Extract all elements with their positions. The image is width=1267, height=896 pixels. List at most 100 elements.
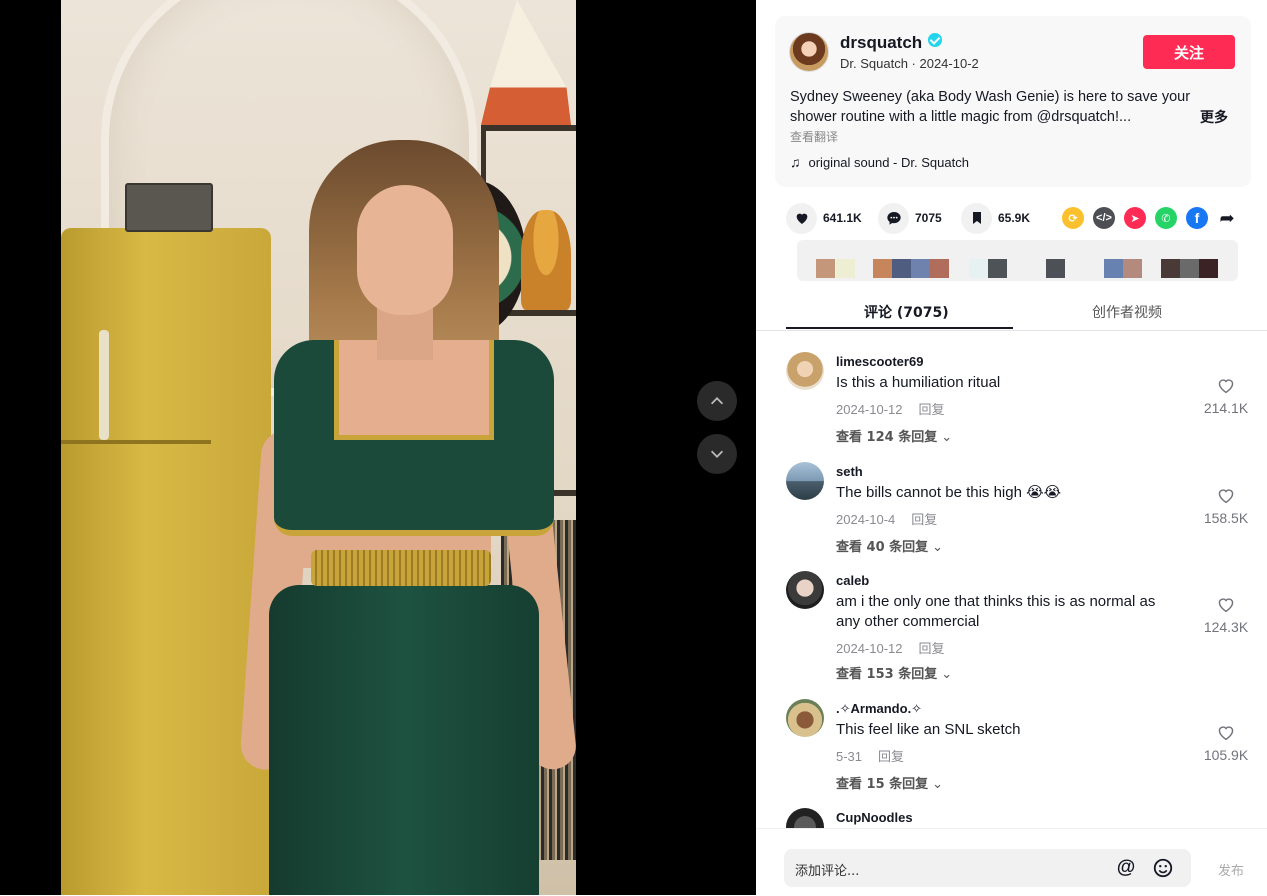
comment-date: 2024-10-12 [836, 402, 903, 417]
reply-button[interactable]: 回复 [919, 641, 945, 656]
post-button[interactable]: 发布 [1218, 860, 1244, 879]
comment-like-button[interactable]: 124.3K [1196, 595, 1256, 635]
translate-link[interactable]: 查看翻译 [790, 128, 838, 145]
save-button[interactable]: 65.9K [961, 202, 1030, 234]
comment-text: This feel like an SNL sketch [836, 721, 1021, 738]
comment-placeholder: 添加评论... [795, 864, 860, 879]
comment-like-count: 158.5K [1203, 510, 1249, 526]
comment-meta: 5-31 回复 [836, 746, 904, 765]
swatch [816, 259, 835, 278]
author-subtitle: Dr. Squatch · 2024-10-2 [840, 56, 979, 71]
active-tab-indicator [786, 327, 1013, 329]
video-info-card: drsquatch Dr. Squatch · 2024-10-2 关注 Syd… [775, 16, 1251, 187]
action-bar: 641.1K 7075 65.9K ⟳ </> ➤ ✆ f ➦ [786, 202, 1256, 234]
commenter-avatar[interactable] [786, 699, 824, 737]
commenter-avatar[interactable] [786, 352, 824, 390]
commenter-avatar[interactable] [786, 808, 824, 828]
video-player[interactable] [61, 0, 576, 895]
color-swatch-strip [797, 240, 1238, 281]
heart-outline-icon [1218, 598, 1234, 613]
sailboat-decor [481, 0, 571, 125]
reply-button[interactable]: 回复 [911, 512, 937, 527]
reply-button[interactable]: 回复 [878, 749, 904, 764]
music-link[interactable]: ♫ original sound - Dr. Squatch [790, 154, 969, 170]
swatch [1180, 259, 1199, 278]
send-icon[interactable]: ➤ [1124, 207, 1146, 229]
view-replies-button[interactable]: 查看 153 条回复 ⌄ [836, 663, 952, 682]
comment-like-count: 124.3K [1203, 619, 1249, 635]
commenter-avatar[interactable] [786, 571, 824, 609]
share-arrow-icon[interactable]: ➦ [1216, 207, 1238, 229]
like-button[interactable]: 641.1K [786, 202, 862, 234]
swatch [1161, 259, 1180, 278]
commenter-name[interactable]: .✧Armando.✧ [836, 701, 922, 717]
swatch [1104, 259, 1123, 278]
embed-icon[interactable]: </> [1093, 207, 1115, 229]
comment-input[interactable]: 添加评论... @ [784, 849, 1191, 887]
commenter-name[interactable]: caleb [836, 573, 869, 588]
tab-bar: 评论 (7075) 创作者视频 [756, 292, 1267, 331]
video-stage [0, 0, 756, 895]
comment-meta: 2024-10-4 回复 [836, 509, 937, 528]
swatch [1199, 259, 1218, 278]
more-button[interactable]: 更多 [1200, 107, 1228, 127]
pants [269, 585, 539, 895]
follow-button[interactable]: 关注 [1143, 35, 1235, 69]
like-count: 641.1K [823, 211, 862, 225]
comment-text: Is this a humiliation ritual [836, 374, 1001, 391]
tab-creator-videos[interactable]: 创作者视频 [1092, 302, 1162, 322]
view-replies-button[interactable]: 查看 15 条回复 ⌄ [836, 773, 943, 792]
swatch [969, 259, 988, 278]
commenter-name[interactable]: limescooter69 [836, 354, 923, 369]
reply-button[interactable]: 回复 [919, 402, 945, 417]
previous-video-button[interactable] [697, 381, 737, 421]
comment-like-button[interactable]: 158.5K [1196, 486, 1256, 526]
chevron-down-icon: ⌄ [932, 777, 944, 792]
view-replies-button[interactable]: 查看 40 条回复 ⌄ [836, 536, 943, 555]
commenter-name[interactable]: CupNoodles [836, 810, 913, 825]
radio-decor [125, 183, 213, 232]
chevron-down-icon [710, 450, 724, 458]
author-avatar[interactable] [789, 32, 829, 72]
comment-button[interactable]: 7075 [878, 202, 942, 234]
bookmark-icon [972, 212, 981, 224]
tab-comments[interactable]: 评论 (7075) [864, 302, 949, 322]
swatch [1046, 259, 1065, 278]
heart-outline-icon [1218, 489, 1234, 504]
comment-like-button[interactable]: 105.9K [1196, 723, 1256, 763]
comment-list[interactable]: limescooter69 Is this a humiliation ritu… [756, 340, 1267, 828]
comment-meta: 2024-10-12 回复 [836, 638, 945, 657]
author-handle[interactable]: drsquatch [840, 33, 943, 53]
next-video-button[interactable] [697, 434, 737, 474]
swatch [873, 259, 892, 278]
commenter-name[interactable]: seth [836, 464, 863, 479]
details-panel: drsquatch Dr. Squatch · 2024-10-2 关注 Syd… [756, 0, 1267, 896]
heart-outline-icon [1218, 379, 1234, 394]
comment-text: am i the only one that thinks this is as… [836, 593, 1156, 630]
shelf-board [481, 125, 576, 131]
comment-like-button[interactable]: 214.1K [1196, 376, 1256, 416]
whatsapp-icon[interactable]: ✆ [1155, 207, 1177, 229]
swatch [892, 259, 911, 278]
facebook-icon[interactable]: f [1186, 207, 1208, 229]
view-replies-button[interactable]: 查看 124 条回复 ⌄ [836, 426, 952, 445]
swatch [836, 259, 855, 278]
face [357, 185, 453, 315]
chevron-up-icon [710, 397, 724, 405]
comment-date: 2024-10-12 [836, 641, 903, 656]
repost-icon[interactable]: ⟳ [1062, 207, 1084, 229]
comment-count: 7075 [915, 211, 942, 225]
gold-belt [311, 550, 491, 586]
heart-outline-icon [1218, 726, 1234, 741]
comment-meta: 2024-10-12 回复 [836, 399, 945, 418]
save-count: 65.9K [998, 211, 1031, 225]
swatch [930, 259, 949, 278]
swatch [988, 259, 1007, 278]
comment-like-count: 105.9K [1203, 747, 1249, 763]
person-figure [239, 140, 576, 895]
emoji-icon[interactable] [1152, 857, 1174, 879]
commenter-avatar[interactable] [786, 462, 824, 500]
mention-icon[interactable]: @ [1115, 857, 1137, 879]
video-description: Sydney Sweeney (aka Body Wash Genie) is … [790, 89, 1191, 125]
music-note-icon: ♫ [790, 154, 801, 170]
